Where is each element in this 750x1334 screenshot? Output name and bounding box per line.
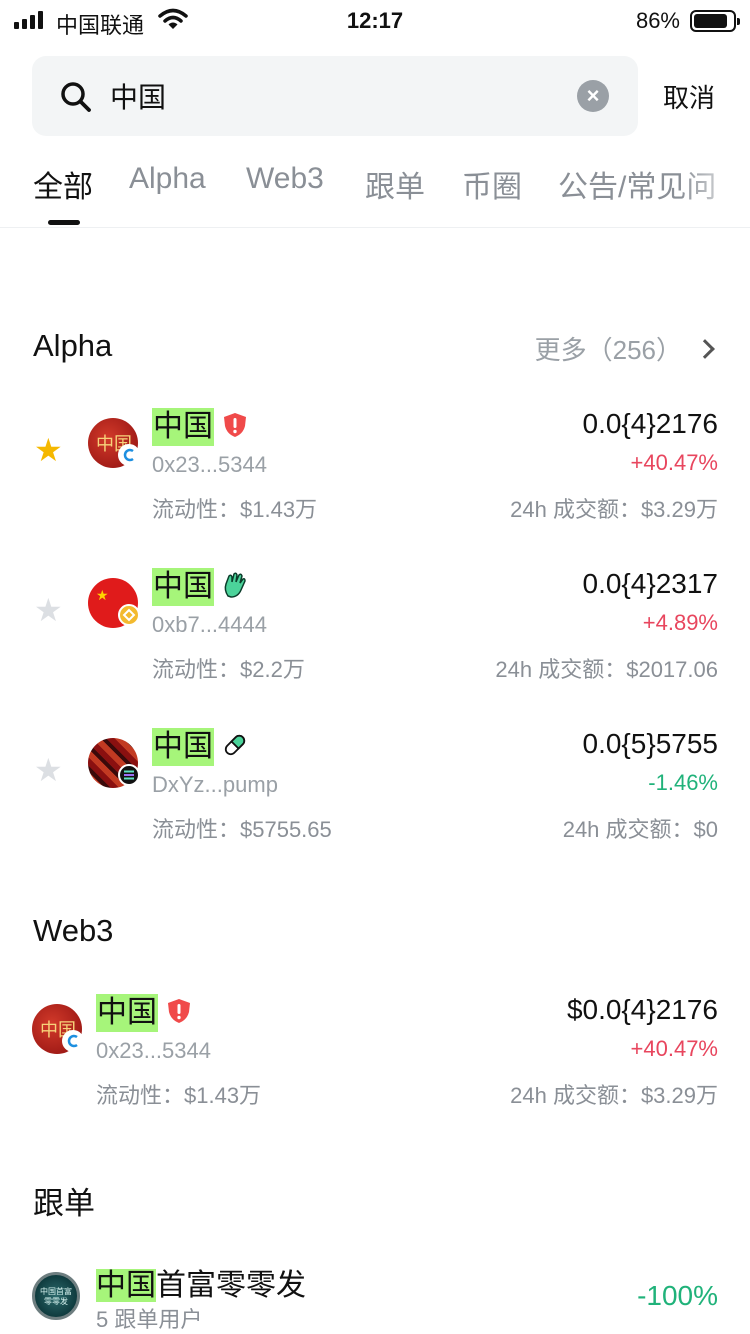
tab-active-indicator [48,220,80,225]
tab-web3[interactable]: Web3 [246,162,324,196]
token-address: 0x23...5344 [96,1038,211,1063]
pill-icon [224,734,246,756]
token-address: 0xb7...4444 [152,612,267,637]
alpha-more-link[interactable]: 更多（256） [534,330,715,367]
chevron-right-icon [695,338,715,359]
tab-alpha[interactable]: Alpha [129,162,206,196]
star-icon[interactable]: ★ [34,754,63,786]
token-liquidity: 流动性：$1.43万 [96,1083,262,1108]
trader-follower-count: 5 跟单用户 [96,1307,203,1332]
more-label: 更多（256） [534,335,682,365]
token-name: 中国 [152,728,214,766]
token-row[interactable]: ★ 中国 DxYz...pump 流动性：$5755.65 0.0{5}5755… [0,724,750,874]
token-change: -1.46% [648,770,718,795]
chain-badge-icon [62,1030,84,1052]
tab-all[interactable]: 全部 [33,162,93,206]
token-change: +40.47% [630,450,718,475]
token-row[interactable]: 中国 中国 0x23...5344 流动性：$1.43万 $0.0{4}2176… [0,990,750,1140]
token-address: DxYz...pump [152,772,278,797]
token-price: 0.0{4}2176 [582,408,719,439]
search-icon [61,82,91,112]
token-liquidity: 流动性：$1.43万 [152,497,318,522]
search-input[interactable] [110,76,580,116]
token-name: 中国 [96,994,158,1032]
hand-wave-icon [224,572,246,598]
copy-trading-section-title: 跟单 [33,1186,95,1221]
token-change: +4.89% [642,610,718,635]
warning-shield-icon [168,999,190,1023]
tab-bar: 全部 Alpha Web3 跟单 币圈 公告/常见问 [0,160,750,228]
copy-trader-row[interactable]: 中国首富 零零发 中国首富零零发 5 跟单用户 -100% [0,1260,750,1334]
battery-percent: 86% [635,8,680,33]
token-price: $0.0{4}2176 [566,994,718,1025]
trader-return: -100% [637,1280,718,1311]
battery-icon [690,10,740,32]
tabs-fade [680,160,750,220]
token-price: 0.0{4}2317 [582,568,719,599]
star-icon[interactable]: ★ [34,594,63,626]
chain-badge-icon [118,444,140,466]
trader-avatar: 中国首富 零零发 [32,1272,80,1320]
token-volume: 24h 成交额：$3.29万 [510,497,718,522]
token-volume: 24h 成交额：$2017.06 [495,657,718,682]
token-name: 中国 [152,568,214,606]
token-row[interactable]: ★ ★ 中国 0xb7...4444 流动性：$2.2万 0.0{4}2317 … [0,564,750,714]
token-volume: 24h 成交额：$0 [562,817,718,842]
clear-icon[interactable]: × [577,80,609,112]
warning-shield-icon [224,413,246,437]
trader-name: 中国首富零零发 [96,1269,306,1302]
token-row[interactable]: ★ 中国 中国 0x23...5344 流动性：$1.43万 0.0{4}217… [0,404,750,554]
token-liquidity: 流动性：$2.2万 [152,657,305,682]
token-name: 中国 [152,408,214,446]
cancel-button[interactable]: 取消 [663,78,715,115]
chain-badge-icon [118,764,140,786]
search-box[interactable]: × [32,56,638,136]
tab-copy-trading[interactable]: 跟单 [365,162,425,206]
token-liquidity: 流动性：$5755.65 [152,817,332,842]
tab-crypto-circle[interactable]: 币圈 [462,162,522,206]
star-icon[interactable]: ★ [34,434,63,466]
token-price: 0.0{5}5755 [582,728,719,759]
token-volume: 24h 成交额：$3.29万 [510,1083,718,1108]
status-bar: 中国联通 12:17 86% [0,0,750,44]
alpha-section-title: Alpha [33,328,113,363]
svg-text:★: ★ [96,587,109,603]
token-change: +40.47% [630,1036,718,1061]
chain-badge-icon [118,604,140,626]
token-address: 0x23...5344 [152,452,267,477]
web3-section-title: Web3 [33,913,114,948]
